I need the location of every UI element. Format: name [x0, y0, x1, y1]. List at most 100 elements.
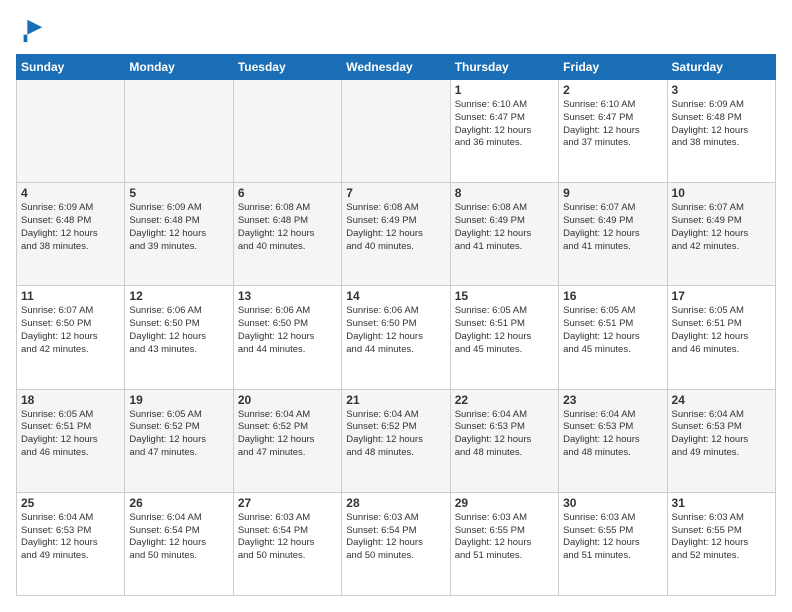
- day-info: Sunrise: 6:08 AMSunset: 6:49 PMDaylight:…: [455, 202, 554, 253]
- weekday-header-wednesday: Wednesday: [342, 55, 450, 80]
- day-number: 5: [129, 186, 228, 200]
- page: SundayMondayTuesdayWednesdayThursdayFrid…: [0, 0, 792, 612]
- calendar-cell: 16 Sunrise: 6:05 AMSunset: 6:51 PMDayligh…: [559, 286, 667, 389]
- day-number: 10: [672, 186, 771, 200]
- day-info: Sunrise: 6:03 AMSunset: 6:55 PMDaylight:…: [672, 512, 771, 563]
- day-number: 18: [21, 393, 120, 407]
- day-info: Sunrise: 6:04 AMSunset: 6:52 PMDaylight:…: [238, 409, 337, 460]
- day-info: Sunrise: 6:06 AMSunset: 6:50 PMDaylight:…: [346, 305, 445, 356]
- calendar-cell: 6Sunrise: 6:08 AMSunset: 6:48 PMDaylight…: [233, 183, 341, 286]
- calendar-cell: 1 Sunrise: 6:10 AMSunset: 6:47 PMDaylight…: [450, 80, 558, 183]
- day-info: Sunrise: 6:10 AMSunset: 6:47 PMDaylight:…: [455, 99, 554, 150]
- calendar-cell: 29Sunrise: 6:03 AMSunset: 6:55 PMDayligh…: [450, 492, 558, 595]
- day-number: 4: [21, 186, 120, 200]
- day-info: Sunrise: 6:09 AMSunset: 6:48 PMDaylight:…: [672, 99, 771, 150]
- day-number: 9: [563, 186, 662, 200]
- calendar-cell: 7Sunrise: 6:08 AMSunset: 6:49 PMDaylight…: [342, 183, 450, 286]
- day-info: Sunrise: 6:05 AMSunset: 6:52 PMDaylight:…: [129, 409, 228, 460]
- day-number: 1: [455, 83, 554, 97]
- day-number: 31: [672, 496, 771, 510]
- calendar-cell: [342, 80, 450, 183]
- day-info: Sunrise: 6:03 AMSunset: 6:54 PMDaylight:…: [346, 512, 445, 563]
- day-number: 16: [563, 289, 662, 303]
- week-row-5: 25Sunrise: 6:04 AMSunset: 6:53 PMDayligh…: [17, 492, 776, 595]
- day-info: Sunrise: 6:07 AMSunset: 6:50 PMDaylight:…: [21, 305, 120, 356]
- calendar-cell: 22 Sunrise: 6:04 AMSunset: 6:53 PMDayligh…: [450, 389, 558, 492]
- day-info: Sunrise: 6:04 AMSunset: 6:52 PMDaylight:…: [346, 409, 445, 460]
- week-row-1: 1 Sunrise: 6:10 AMSunset: 6:47 PMDaylight…: [17, 80, 776, 183]
- day-number: 28: [346, 496, 445, 510]
- weekday-header-saturday: Saturday: [667, 55, 775, 80]
- calendar-cell: [233, 80, 341, 183]
- day-info: Sunrise: 6:05 AMSunset: 6:51 PMDaylight:…: [21, 409, 120, 460]
- calendar-cell: 4 Sunrise: 6:09 AMSunset: 6:48 PMDaylight…: [17, 183, 125, 286]
- day-info: Sunrise: 6:09 AMSunset: 6:48 PMDaylight:…: [129, 202, 228, 253]
- day-number: 12: [129, 289, 228, 303]
- calendar-table: SundayMondayTuesdayWednesdayThursdayFrid…: [16, 54, 776, 596]
- day-number: 15: [455, 289, 554, 303]
- calendar-cell: [17, 80, 125, 183]
- day-info: Sunrise: 6:05 AMSunset: 6:51 PMDaylight:…: [455, 305, 554, 356]
- day-number: 14: [346, 289, 445, 303]
- day-info: Sunrise: 6:03 AMSunset: 6:55 PMDaylight:…: [563, 512, 662, 563]
- calendar-cell: 31 Sunrise: 6:03 AMSunset: 6:55 PMDayligh…: [667, 492, 775, 595]
- calendar-cell: 2 Sunrise: 6:10 AMSunset: 6:47 PMDaylight…: [559, 80, 667, 183]
- logo-icon: [18, 16, 46, 44]
- day-number: 21: [346, 393, 445, 407]
- weekday-header-sunday: Sunday: [17, 55, 125, 80]
- day-info: Sunrise: 6:03 AMSunset: 6:55 PMDaylight:…: [455, 512, 554, 563]
- day-number: 11: [21, 289, 120, 303]
- day-number: 23: [563, 393, 662, 407]
- calendar-cell: 5 Sunrise: 6:09 AMSunset: 6:48 PMDaylight…: [125, 183, 233, 286]
- day-info: Sunrise: 6:10 AMSunset: 6:47 PMDaylight:…: [563, 99, 662, 150]
- calendar-cell: 13 Sunrise: 6:06 AMSunset: 6:50 PMDayligh…: [233, 286, 341, 389]
- calendar-cell: 23 Sunrise: 6:04 AMSunset: 6:53 PMDayligh…: [559, 389, 667, 492]
- day-number: 3: [672, 83, 771, 97]
- calendar-cell: 30 Sunrise: 6:03 AMSunset: 6:55 PMDayligh…: [559, 492, 667, 595]
- calendar-cell: 9 Sunrise: 6:07 AMSunset: 6:49 PMDaylight…: [559, 183, 667, 286]
- day-number: 22: [455, 393, 554, 407]
- calendar-cell: 26 Sunrise: 6:04 AMSunset: 6:54 PMDayligh…: [125, 492, 233, 595]
- day-info: Sunrise: 6:03 AMSunset: 6:54 PMDaylight:…: [238, 512, 337, 563]
- calendar-cell: 21 Sunrise: 6:04 AMSunset: 6:52 PMDayligh…: [342, 389, 450, 492]
- calendar-cell: 20 Sunrise: 6:04 AMSunset: 6:52 PMDayligh…: [233, 389, 341, 492]
- day-info: Sunrise: 6:08 AMSunset: 6:48 PMDaylight:…: [238, 202, 337, 253]
- day-number: 8: [455, 186, 554, 200]
- day-info: Sunrise: 6:07 AMSunset: 6:49 PMDaylight:…: [563, 202, 662, 253]
- week-row-4: 18 Sunrise: 6:05 AMSunset: 6:51 PMDayligh…: [17, 389, 776, 492]
- day-info: Sunrise: 6:08 AMSunset: 6:49 PMDaylight:…: [346, 202, 445, 253]
- day-info: Sunrise: 6:09 AMSunset: 6:48 PMDaylight:…: [21, 202, 120, 253]
- day-number: 2: [563, 83, 662, 97]
- calendar-cell: 11 Sunrise: 6:07 AMSunset: 6:50 PMDayligh…: [17, 286, 125, 389]
- weekday-header-thursday: Thursday: [450, 55, 558, 80]
- day-number: 30: [563, 496, 662, 510]
- day-info: Sunrise: 6:06 AMSunset: 6:50 PMDaylight:…: [129, 305, 228, 356]
- day-info: Sunrise: 6:05 AMSunset: 6:51 PMDaylight:…: [672, 305, 771, 356]
- calendar-cell: 10 Sunrise: 6:07 AMSunset: 6:49 PMDayligh…: [667, 183, 775, 286]
- calendar-cell: 19Sunrise: 6:05 AMSunset: 6:52 PMDayligh…: [125, 389, 233, 492]
- calendar-cell: 25Sunrise: 6:04 AMSunset: 6:53 PMDayligh…: [17, 492, 125, 595]
- week-row-3: 11 Sunrise: 6:07 AMSunset: 6:50 PMDayligh…: [17, 286, 776, 389]
- day-number: 27: [238, 496, 337, 510]
- calendar-cell: 12 Sunrise: 6:06 AMSunset: 6:50 PMDayligh…: [125, 286, 233, 389]
- day-info: Sunrise: 6:07 AMSunset: 6:49 PMDaylight:…: [672, 202, 771, 253]
- day-info: Sunrise: 6:05 AMSunset: 6:51 PMDaylight:…: [563, 305, 662, 356]
- day-info: Sunrise: 6:04 AMSunset: 6:54 PMDaylight:…: [129, 512, 228, 563]
- day-info: Sunrise: 6:04 AMSunset: 6:53 PMDaylight:…: [563, 409, 662, 460]
- day-info: Sunrise: 6:06 AMSunset: 6:50 PMDaylight:…: [238, 305, 337, 356]
- calendar-cell: 15 Sunrise: 6:05 AMSunset: 6:51 PMDayligh…: [450, 286, 558, 389]
- weekday-header-row: SundayMondayTuesdayWednesdayThursdayFrid…: [17, 55, 776, 80]
- header: [16, 16, 776, 44]
- weekday-header-monday: Monday: [125, 55, 233, 80]
- day-number: 20: [238, 393, 337, 407]
- day-number: 26: [129, 496, 228, 510]
- calendar-cell: 18 Sunrise: 6:05 AMSunset: 6:51 PMDayligh…: [17, 389, 125, 492]
- calendar-cell: 17 Sunrise: 6:05 AMSunset: 6:51 PMDayligh…: [667, 286, 775, 389]
- calendar-cell: 3 Sunrise: 6:09 AMSunset: 6:48 PMDaylight…: [667, 80, 775, 183]
- day-info: Sunrise: 6:04 AMSunset: 6:53 PMDaylight:…: [455, 409, 554, 460]
- day-number: 13: [238, 289, 337, 303]
- calendar-cell: [125, 80, 233, 183]
- calendar-cell: 27 Sunrise: 6:03 AMSunset: 6:54 PMDayligh…: [233, 492, 341, 595]
- day-number: 17: [672, 289, 771, 303]
- calendar-cell: 14 Sunrise: 6:06 AMSunset: 6:50 PMDayligh…: [342, 286, 450, 389]
